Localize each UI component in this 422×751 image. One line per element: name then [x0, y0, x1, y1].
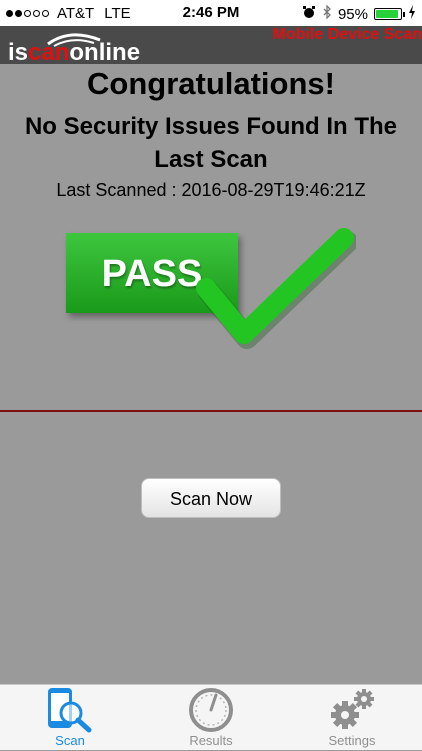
svg-text:iscanonline: iscanonline: [8, 39, 140, 62]
scan-phone-icon: [48, 688, 92, 733]
header-tagline: Mobile Device Scan: [272, 26, 422, 43]
status-right: 95%: [302, 4, 416, 23]
status-bar: AT&T LTE 2:46 PM 95%: [0, 0, 422, 26]
app-header: iscanonline Mobile Device Scan: [0, 26, 422, 64]
battery-percent: 95%: [337, 5, 368, 23]
iscanonline-logo: iscanonline: [8, 33, 140, 62]
gauge-icon: [189, 688, 233, 732]
tab-results-label: Results: [189, 733, 233, 748]
tab-scan-label: Scan: [55, 733, 85, 748]
result-subtitle: No Security Issues Found In The Last Sca…: [24, 113, 398, 173]
tab-settings[interactable]: Settings: [282, 685, 422, 751]
charging-icon: [408, 5, 416, 23]
battery-icon: [374, 8, 405, 20]
bluetooth-icon: [322, 4, 332, 23]
tab-bar: Scan Results Settings: [0, 684, 422, 750]
scan-now-button[interactable]: Scan Now: [141, 478, 281, 518]
tab-scan[interactable]: Scan: [0, 685, 140, 751]
alarm-icon: [302, 5, 316, 23]
section-divider: [0, 410, 422, 412]
gears-icon: [331, 689, 374, 729]
tab-results[interactable]: Results: [141, 685, 281, 751]
tab-settings-label: Settings: [328, 733, 376, 748]
last-scanned-label: Last Scanned : 2016-08-29T19:46:21Z: [56, 180, 366, 200]
page-title: Congratulations!: [87, 66, 335, 101]
checkmark-icon: [196, 228, 356, 349]
